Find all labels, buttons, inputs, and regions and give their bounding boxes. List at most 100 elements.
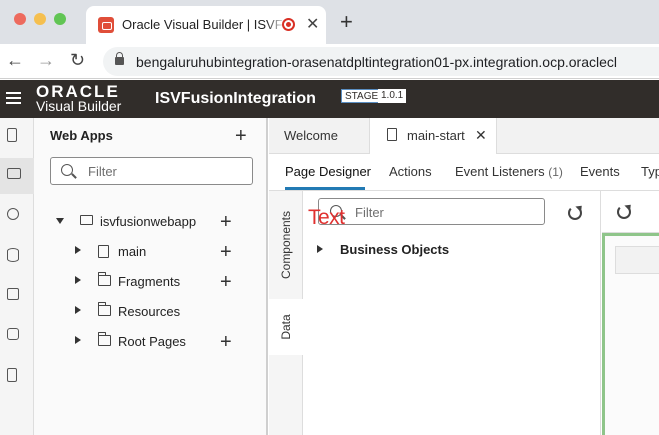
source-file-icon <box>7 368 17 382</box>
data-filter-placeholder: Filter <box>355 205 384 220</box>
tree-label-app: isvfusionwebapp <box>100 214 197 229</box>
activity-rail <box>0 118 34 435</box>
rail-web-apps[interactable] <box>0 158 34 194</box>
address-url[interactable]: bengaluruhubintegration-orasenatdpltinte… <box>136 54 617 70</box>
event-listeners-count: (1) <box>548 165 563 179</box>
editor-tabs: Welcome main-start ✕ <box>269 118 659 155</box>
process-icon <box>7 328 19 340</box>
tab-main-start[interactable]: main-start ✕ <box>369 118 497 155</box>
web-apps-panel: Web Apps + Filter isvfusionwebapp + main… <box>34 118 268 435</box>
tab-welcome-label: Welcome <box>284 128 338 143</box>
browser-toolbar: ← → ↻ bengaluruhubintegration-orasenatdp… <box>0 44 659 79</box>
tree-label-main: main <box>118 244 147 259</box>
new-tab-button[interactable]: + <box>340 11 353 33</box>
rail-source[interactable] <box>0 358 34 394</box>
add-to-app-button[interactable]: + <box>220 212 232 232</box>
expand-caret-icon[interactable] <box>317 245 323 253</box>
web-apps-filter-input[interactable]: Filter <box>50 157 253 185</box>
menu-icon[interactable] <box>6 92 21 104</box>
collapse-caret-icon[interactable] <box>56 218 64 224</box>
back-button[interactable]: ← <box>6 50 24 70</box>
folder-icon <box>98 302 111 316</box>
rail-processes[interactable] <box>0 318 34 354</box>
tab-types[interactable]: Typ <box>641 164 659 179</box>
database-icon <box>7 248 19 262</box>
filter-placeholder: Filter <box>88 164 117 179</box>
canvas-toolbar <box>602 191 659 233</box>
expand-caret-icon[interactable] <box>75 276 81 284</box>
rail-services[interactable] <box>0 198 34 234</box>
browser-tab[interactable]: Oracle Visual Builder | ISVF ✕ <box>86 6 326 44</box>
folder-icon <box>98 332 111 346</box>
panel-title: Web Apps <box>50 128 113 143</box>
tab-event-listeners-label: Event Listeners <box>455 164 545 179</box>
tree-label-resources: Resources <box>118 304 181 319</box>
add-root-page-button[interactable]: + <box>220 332 232 352</box>
tab-actions[interactable]: Actions <box>389 164 432 179</box>
page-flow-icon <box>98 245 109 258</box>
tab-page-designer[interactable]: Page Designer <box>285 164 371 179</box>
add-to-main-button[interactable]: + <box>220 242 232 262</box>
tree-label-fragments: Fragments <box>118 274 181 289</box>
tab-welcome[interactable]: Welcome <box>269 118 369 154</box>
canvas-page[interactable] <box>602 233 659 435</box>
tab-event-listeners[interactable]: Event Listeners (1) <box>455 164 563 179</box>
expand-caret-icon[interactable] <box>75 246 81 254</box>
project-name: ISVFusionIntegration <box>155 90 316 107</box>
stage-badge: STAGE <box>341 89 383 103</box>
page-canvas <box>602 191 659 435</box>
forward-button[interactable]: → <box>37 50 55 70</box>
desktop-icon <box>80 215 93 225</box>
add-web-app-button[interactable]: + <box>235 126 247 146</box>
tab-data[interactable]: Data <box>269 299 303 355</box>
annotation-overlay-text: Text <box>308 206 345 229</box>
tree-row-app[interactable]: isvfusionwebapp + <box>34 207 266 237</box>
product-name: Visual Builder <box>36 98 122 114</box>
rail-mobile-apps[interactable] <box>0 118 34 154</box>
business-objects-node[interactable]: Business Objects <box>340 242 449 257</box>
tree-row-resources[interactable]: Resources <box>34 297 266 327</box>
data-filter-input[interactable]: Filter <box>318 198 545 225</box>
canvas-refresh-icon[interactable] <box>617 205 631 219</box>
active-tab-indicator <box>285 187 365 190</box>
oracle-favicon-icon <box>98 17 114 33</box>
app-header: ORACLE Visual Builder ISVFusionIntegrati… <box>0 80 659 118</box>
tab-events[interactable]: Events <box>580 164 620 179</box>
rail-business-objects[interactable] <box>0 238 34 274</box>
document-icon <box>387 128 397 141</box>
puzzle-icon <box>7 288 19 300</box>
add-fragment-button[interactable]: + <box>220 272 232 292</box>
close-tab-icon[interactable]: ✕ <box>475 127 487 144</box>
designer-side-tabs: Components Data <box>269 191 303 435</box>
tab-data-label: Data <box>279 314 293 340</box>
tab-components-label: Components <box>279 210 293 280</box>
designer-tabs: Page Designer Actions Event Listeners (1… <box>269 154 659 191</box>
data-panel: Filter Text Business Objects <box>304 191 601 435</box>
desktop-icon <box>7 168 21 179</box>
refresh-icon[interactable] <box>568 206 582 220</box>
tree-label-root-pages: Root Pages <box>118 334 186 349</box>
tree-row-main[interactable]: main + <box>34 237 266 267</box>
window-zoom-button[interactable] <box>54 13 66 25</box>
version-badge: 1.0.1 <box>378 89 407 103</box>
recording-icon <box>282 18 295 31</box>
search-icon <box>61 164 73 176</box>
tree-row-root-pages[interactable]: Root Pages + <box>34 327 266 357</box>
tree-row-fragments[interactable]: Fragments + <box>34 267 266 297</box>
browser-tab-close-icon[interactable]: ✕ <box>306 14 319 34</box>
tab-components[interactable]: Components <box>269 191 303 299</box>
lock-icon[interactable] <box>115 52 124 65</box>
address-bar[interactable]: bengaluruhubintegration-orasenatdpltinte… <box>103 47 659 76</box>
expand-caret-icon[interactable] <box>75 306 81 314</box>
mobile-icon <box>7 128 17 142</box>
services-icon <box>7 208 19 220</box>
expand-caret-icon[interactable] <box>75 336 81 344</box>
tab-main-start-label: main-start <box>407 128 465 143</box>
reload-button[interactable]: ↻ <box>70 50 85 70</box>
canvas-component[interactable] <box>615 246 659 274</box>
browser-tabstrip: Oracle Visual Builder | ISVF ✕ + <box>0 0 659 44</box>
window-minimize-button[interactable] <box>34 13 46 25</box>
folder-icon <box>98 272 111 286</box>
rail-components[interactable] <box>0 278 34 314</box>
window-close-button[interactable] <box>14 13 26 25</box>
